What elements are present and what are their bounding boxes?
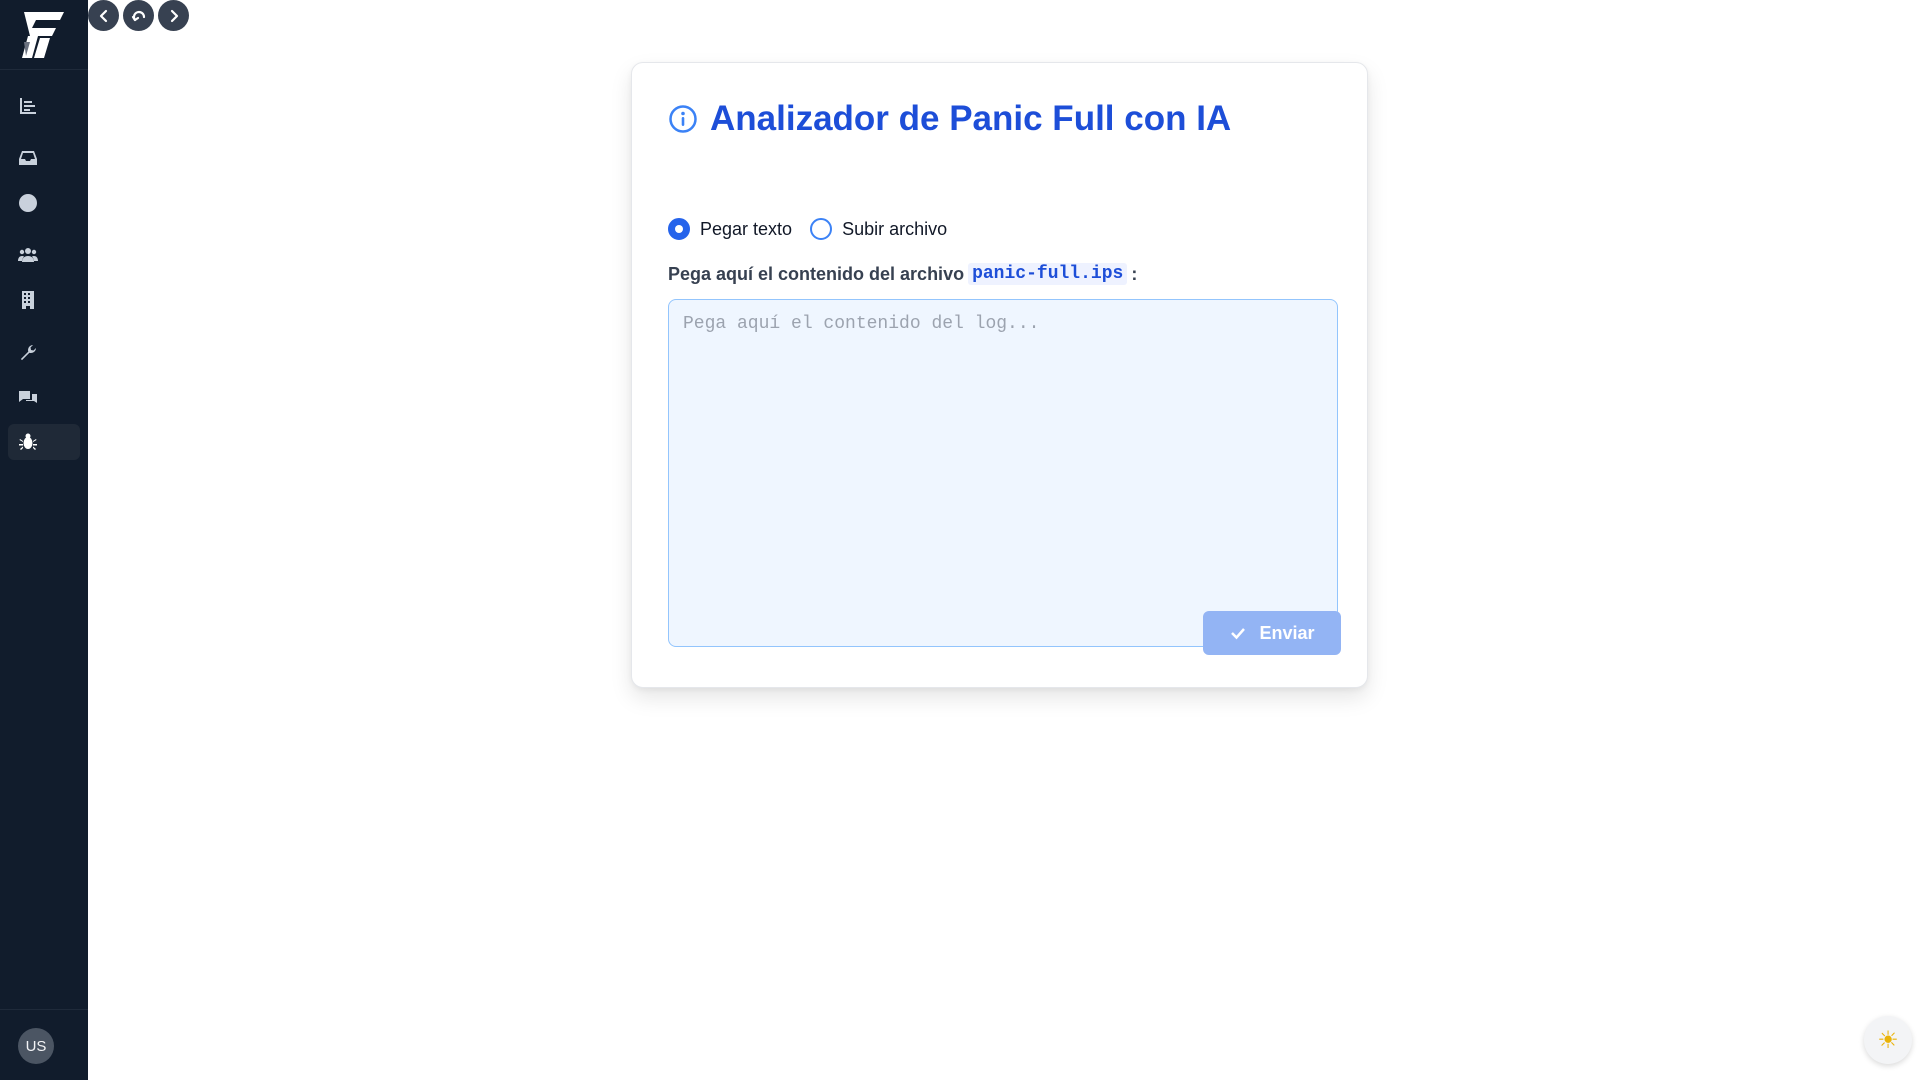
bug-icon (19, 433, 37, 450)
sidebar-item-reports[interactable] (8, 88, 80, 124)
building-icon (22, 291, 34, 309)
prompt-text: Pega aquí el contenido del archivo (668, 263, 965, 284)
forward-button[interactable] (158, 0, 189, 31)
file-name-code: panic-full.ips (968, 263, 1128, 285)
panic-analyzer-card: Analizador de Panic Full con IA Pegar te… (631, 62, 1368, 688)
input-mode-group: Pegar texto Subir archivo (668, 218, 965, 240)
chevron-left-icon (99, 9, 107, 22)
sun-icon: ☀ (1877, 1026, 1899, 1054)
clock-icon (19, 194, 37, 212)
inbox-icon (19, 151, 37, 165)
check-icon (1231, 628, 1246, 640)
sidebar-item-messages[interactable] (8, 380, 80, 416)
sidebar-item-history[interactable] (8, 185, 80, 221)
app-logo[interactable] (20, 10, 68, 60)
page-title: Analizador de Panic Full con IA (710, 99, 1232, 138)
reload-icon (131, 10, 145, 21)
card-header: Analizador de Panic Full con IA (668, 99, 1231, 139)
sidebar-item-users[interactable] (8, 237, 80, 273)
paste-text-radio[interactable] (668, 218, 690, 240)
submit-label: Enviar (1259, 622, 1315, 643)
reload-button[interactable] (123, 0, 154, 31)
users-icon (18, 248, 38, 262)
prompt-colon: : (1131, 263, 1138, 284)
submit-button[interactable]: Enviar (1203, 611, 1341, 655)
upload-file-label: Subir archivo (842, 218, 948, 239)
sidebar-divider (0, 1009, 88, 1010)
sidebar-item-buildings[interactable] (8, 282, 80, 318)
comments-icon (19, 391, 37, 403)
back-button[interactable] (88, 0, 119, 31)
log-textarea[interactable] (668, 299, 1338, 647)
wrench-icon (20, 345, 36, 361)
chart-icon (20, 98, 36, 114)
upload-file-radio[interactable] (810, 218, 833, 240)
sidebar-item-debug[interactable] (8, 424, 80, 460)
chevron-right-icon (170, 9, 178, 22)
avatar[interactable]: US (18, 1028, 54, 1064)
theme-toggle-button[interactable]: ☀ (1864, 1016, 1912, 1064)
paste-text-label: Pegar texto (700, 218, 793, 239)
sidebar: US (0, 0, 88, 1080)
info-icon (669, 105, 697, 133)
upload-file-option[interactable]: Subir archivo (810, 218, 947, 240)
paste-text-option[interactable]: Pegar texto (668, 218, 792, 240)
sidebar-divider (0, 69, 88, 70)
textarea-label: Pega aquí el contenido del archivo panic… (668, 263, 1137, 285)
sidebar-item-tools[interactable] (8, 335, 80, 371)
sidebar-item-inbox[interactable] (8, 140, 80, 176)
